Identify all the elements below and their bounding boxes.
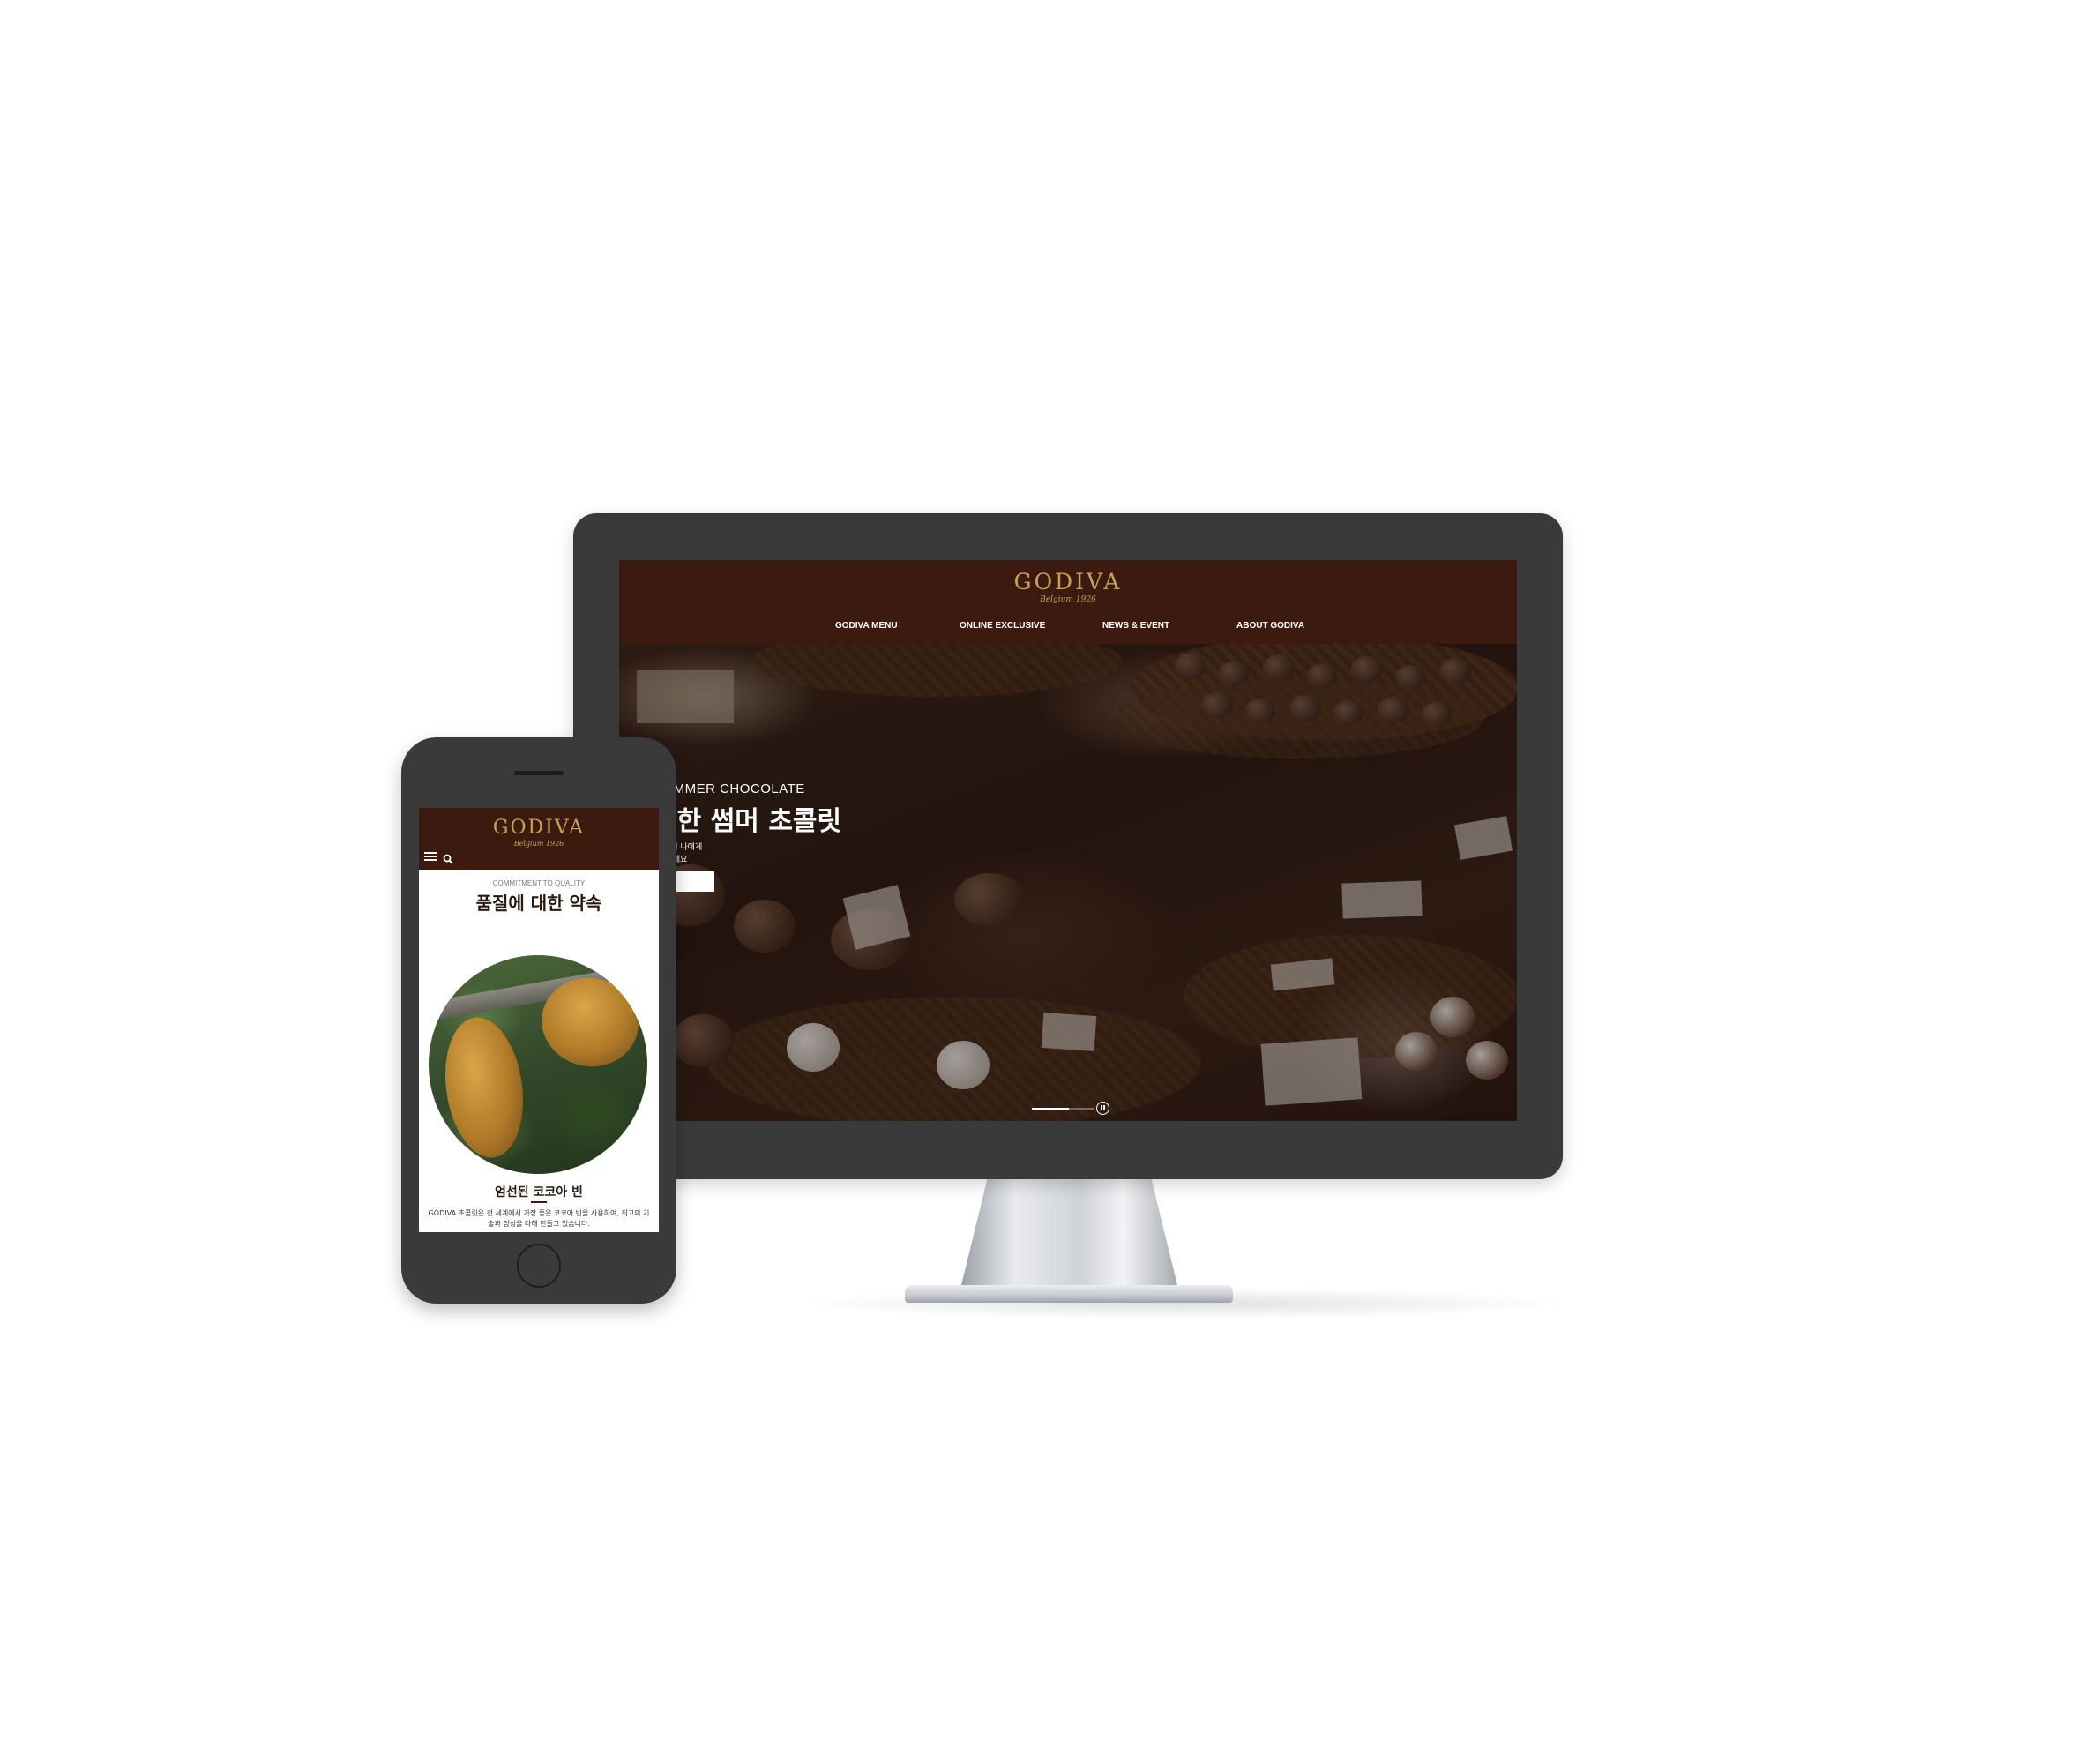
mobile-screen: GODIVA Belgium 1926 COMMITMENT TO QUALIT…	[419, 808, 659, 1232]
subtitle-divider	[531, 1201, 547, 1203]
desktop-monitor: GODIVA Belgium 1926 GODIVA MENU ONLINE E…	[573, 513, 1563, 1179]
mobile-header: GODIVA Belgium 1926	[419, 808, 659, 870]
desktop-screen: GODIVA Belgium 1926 GODIVA MENU ONLINE E…	[619, 560, 1517, 1121]
hero-slider-progress[interactable]	[1032, 1108, 1094, 1110]
hero-banner: DIVA SUMMER CHOCOLATE 를 위한 썸머 초콜릿 여름, 더위…	[619, 644, 1517, 1121]
cocoa-pod-image	[429, 955, 647, 1174]
phone-home-button[interactable]	[517, 1244, 561, 1288]
cocoa-description: GODIVA 초콜릿은 전 세계에서 가장 좋은 코코아 빈을 사용하여, 최고…	[428, 1209, 650, 1228]
hamburger-icon[interactable]	[424, 852, 437, 861]
mobile-logo[interactable]: GODIVA	[419, 817, 659, 839]
quality-kicker: COMMITMENT TO QUALITY	[492, 879, 586, 887]
phone-speaker	[514, 771, 564, 775]
pause-icon[interactable]	[1096, 1102, 1109, 1115]
hero-slider-progress-fill	[1032, 1108, 1069, 1110]
mobile-logo-tagline: Belgium 1926	[513, 840, 564, 848]
desktop-logo-tagline: Belgium 1926	[1040, 595, 1096, 604]
cocoa-subtitle: 엄선된 코코아 빈	[495, 1185, 583, 1200]
monitor-stand-neck	[961, 1179, 1177, 1285]
quality-title: 품질에 대한 약속	[475, 893, 602, 914]
search-icon[interactable]	[443, 851, 453, 864]
mobile-phone: GODIVA Belgium 1926 COMMITMENT TO QUALIT…	[401, 737, 676, 1304]
nav-item-news-event[interactable]: NEWS & EVENT	[1102, 621, 1169, 631]
hero-overlay	[619, 644, 1517, 1121]
nav-item-godiva-menu[interactable]: GODIVA MENU	[835, 621, 898, 631]
desktop-header: GODIVA Belgium 1926 GODIVA MENU ONLINE E…	[619, 560, 1517, 644]
nav-item-about-godiva[interactable]: ABOUT GODIVA	[1236, 621, 1304, 631]
monitor-stand-base	[905, 1285, 1233, 1303]
desktop-nav: GODIVA MENU ONLINE EXCLUSIVE NEWS & EVEN…	[619, 621, 1517, 635]
desktop-logo[interactable]: GODIVA	[619, 569, 1517, 594]
nav-item-online-exclusive[interactable]: ONLINE EXCLUSIVE	[960, 621, 1045, 631]
